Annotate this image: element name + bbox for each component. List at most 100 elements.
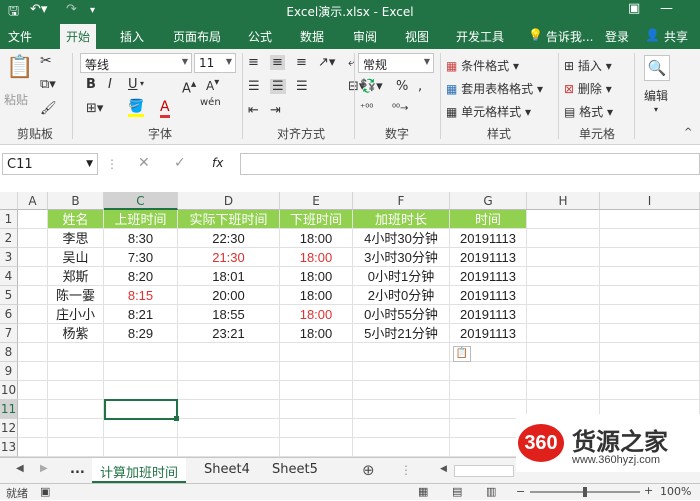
cell-a13[interactable] bbox=[18, 438, 48, 457]
copy-icon[interactable]: ⧉▾ bbox=[40, 77, 56, 92]
cell-f10[interactable] bbox=[353, 381, 450, 400]
cell-a5[interactable] bbox=[18, 286, 48, 305]
cell-b13[interactable] bbox=[48, 438, 104, 457]
sheet-tab[interactable]: Sheet4 bbox=[196, 458, 258, 483]
table-cell[interactable]: 陈一霎 bbox=[48, 286, 104, 305]
enter-icon[interactable]: ✓ bbox=[174, 155, 186, 171]
cell-i8[interactable] bbox=[600, 343, 700, 362]
table-cell[interactable]: 庄小小 bbox=[48, 305, 104, 324]
table-cell[interactable]: 3小时30分钟 bbox=[353, 248, 450, 267]
tab-data[interactable]: 数据 bbox=[300, 28, 324, 45]
row-header-12[interactable]: 12 bbox=[0, 419, 18, 438]
font-color-icon[interactable]: A bbox=[160, 99, 170, 118]
increase-decimal-icon[interactable]: ⁺⁰⁰ bbox=[360, 103, 373, 114]
cell-e11[interactable] bbox=[280, 400, 353, 419]
cell-styles-button[interactable]: ▦ 单元格样式 ▾ bbox=[446, 103, 531, 120]
ribbon-display-icon[interactable]: ▣ bbox=[628, 1, 640, 16]
zoom-slider-thumb[interactable] bbox=[583, 487, 587, 497]
cell-b12[interactable] bbox=[48, 419, 104, 438]
sheet-tab-active[interactable]: 计算加班时间 bbox=[92, 458, 187, 483]
collapse-ribbon-icon[interactable]: ^ bbox=[684, 127, 692, 138]
cell-c9[interactable] bbox=[104, 362, 178, 381]
decrease-indent-icon[interactable]: ⇤ bbox=[248, 103, 259, 118]
prev-sheet-icon[interactable]: ◀ bbox=[16, 463, 24, 474]
paste-icon[interactable]: 📋 bbox=[6, 55, 33, 80]
italic-button[interactable]: I bbox=[108, 77, 112, 92]
cell-a12[interactable] bbox=[18, 419, 48, 438]
cell-i9[interactable] bbox=[600, 362, 700, 381]
cell-a7[interactable] bbox=[18, 324, 48, 343]
paste-button[interactable]: 粘贴 bbox=[4, 91, 28, 108]
cell-a2[interactable] bbox=[18, 229, 48, 248]
table-header-cell[interactable]: 姓名 bbox=[48, 210, 104, 229]
cell-e10[interactable] bbox=[280, 381, 353, 400]
normal-view-icon[interactable]: ▦ bbox=[418, 485, 428, 498]
cell-b8[interactable] bbox=[48, 343, 104, 362]
border-icon[interactable]: ⊞▾ bbox=[86, 101, 103, 116]
tab-formulas[interactable]: 公式 bbox=[248, 28, 272, 45]
row-header-5[interactable]: 5 bbox=[0, 286, 18, 305]
cell-i3[interactable] bbox=[600, 248, 700, 267]
align-bottom-icon[interactable]: ≡ bbox=[296, 55, 307, 70]
table-cell[interactable]: 0小时55分钟 bbox=[353, 305, 450, 324]
zoom-in-icon[interactable]: + bbox=[644, 484, 653, 497]
fill-color-icon[interactable]: 🪣 bbox=[128, 99, 145, 117]
add-sheet-icon[interactable]: ⊕ bbox=[362, 461, 375, 479]
cell-a9[interactable] bbox=[18, 362, 48, 381]
conditional-format-button[interactable]: ▦ 条件格式 ▾ bbox=[446, 57, 519, 74]
insert-function-icon[interactable]: fx bbox=[212, 156, 223, 170]
cell-f12[interactable] bbox=[353, 419, 450, 438]
zoom-out-icon[interactable]: − bbox=[516, 485, 525, 498]
table-cell[interactable]: 22:30 bbox=[178, 229, 280, 248]
table-cell[interactable]: 8:30 bbox=[104, 229, 178, 248]
column-header-e[interactable]: E bbox=[280, 192, 353, 210]
cell-b10[interactable] bbox=[48, 381, 104, 400]
cancel-icon[interactable]: ✕ bbox=[138, 155, 150, 171]
table-cell[interactable]: 杨紫 bbox=[48, 324, 104, 343]
more-sheets-button[interactable]: ... bbox=[62, 458, 93, 483]
delete-cells-button[interactable]: ⊠ 删除 ▾ bbox=[564, 80, 612, 97]
table-cell[interactable]: 18:01 bbox=[178, 267, 280, 286]
percent-button[interactable]: % bbox=[396, 79, 408, 94]
cell-h9[interactable] bbox=[527, 362, 600, 381]
align-left-icon[interactable]: ☰ bbox=[248, 79, 260, 94]
cell-i7[interactable] bbox=[600, 324, 700, 343]
table-cell[interactable]: 18:00 bbox=[280, 248, 353, 267]
orientation-icon[interactable]: ↗▾ bbox=[318, 55, 335, 70]
column-header-i[interactable]: I bbox=[600, 192, 700, 210]
align-middle-icon[interactable]: ≡ bbox=[270, 55, 285, 70]
format-cells-button[interactable]: ▤ 格式 ▾ bbox=[564, 103, 613, 120]
horizontal-scrollbar[interactable] bbox=[454, 465, 514, 477]
cell-g10[interactable] bbox=[450, 381, 527, 400]
table-cell[interactable]: 20191113 bbox=[450, 286, 527, 305]
cell-g9[interactable] bbox=[450, 362, 527, 381]
chevron-down-icon[interactable]: ▾ bbox=[654, 105, 658, 114]
cell-e12[interactable] bbox=[280, 419, 353, 438]
row-header-9[interactable]: 9 bbox=[0, 362, 18, 381]
cell-i1[interactable] bbox=[600, 210, 700, 229]
table-cell[interactable]: 5小时21分钟 bbox=[353, 324, 450, 343]
row-header-13[interactable]: 13 bbox=[0, 438, 18, 457]
row-header-2[interactable]: 2 bbox=[0, 229, 18, 248]
cell-f9[interactable] bbox=[353, 362, 450, 381]
chevron-down-icon[interactable]: ▾ bbox=[140, 79, 144, 88]
accounting-format-icon[interactable]: 💱▾ bbox=[360, 79, 383, 94]
scroll-left-icon[interactable]: ◀ bbox=[440, 464, 447, 474]
format-as-table-button[interactable]: ▦ 套用表格格式 ▾ bbox=[446, 80, 543, 97]
bold-button[interactable]: B bbox=[86, 77, 96, 92]
login-link[interactable]: 登录 bbox=[605, 28, 629, 45]
table-cell[interactable]: 0小时1分钟 bbox=[353, 267, 450, 286]
cell-f8[interactable] bbox=[353, 343, 450, 362]
cell-i6[interactable] bbox=[600, 305, 700, 324]
cell-i10[interactable] bbox=[600, 381, 700, 400]
tab-developer[interactable]: 开发工具 bbox=[456, 28, 504, 45]
cell-d8[interactable] bbox=[178, 343, 280, 362]
decrease-decimal-icon[interactable]: ⁰⁰→ bbox=[392, 103, 408, 114]
column-header-a[interactable]: A bbox=[18, 192, 48, 210]
column-header-b[interactable]: B bbox=[48, 192, 104, 210]
underline-button[interactable]: U bbox=[128, 77, 138, 92]
cell-a6[interactable] bbox=[18, 305, 48, 324]
table-cell[interactable]: 18:00 bbox=[280, 305, 353, 324]
table-cell[interactable]: 7:30 bbox=[104, 248, 178, 267]
row-header-1[interactable]: 1 bbox=[0, 210, 18, 229]
